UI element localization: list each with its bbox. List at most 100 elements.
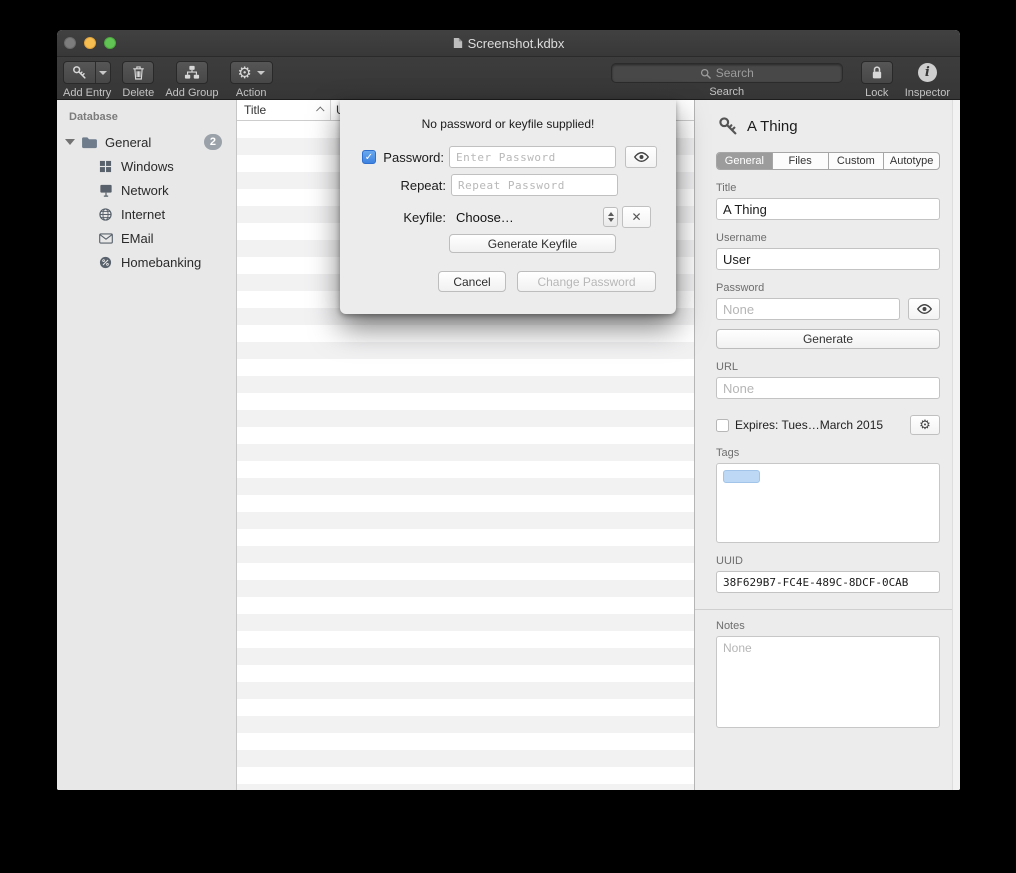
column-title-label: Title <box>244 103 266 117</box>
title-field[interactable] <box>716 198 940 220</box>
generate-password-button[interactable]: Generate <box>716 329 940 349</box>
sort-ascending-icon <box>316 106 324 114</box>
sheet-show-password-button[interactable] <box>625 146 657 168</box>
url-label: URL <box>716 361 940 373</box>
add-group-label: Add Group <box>165 87 218 99</box>
sheet-repeat-row: Repeat: <box>362 174 656 196</box>
delete-button[interactable] <box>122 61 154 84</box>
coin-icon <box>97 256 114 269</box>
sheet-password-row: ✓ Password: <box>362 146 656 168</box>
document-icon <box>453 37 463 49</box>
expires-settings-button[interactable]: ⚙ <box>910 415 940 435</box>
sidebar-item-internet[interactable]: Internet <box>57 202 236 226</box>
traffic-lights <box>57 37 116 49</box>
sheet-password-label: Password: <box>376 150 444 165</box>
add-entry-label: Add Entry <box>63 87 111 99</box>
tags-field[interactable] <box>716 463 940 543</box>
expires-label: Expires: Tues…March 2015 <box>735 418 883 432</box>
minimize-button[interactable] <box>84 37 96 49</box>
windows-icon <box>97 160 114 173</box>
tag-token[interactable] <box>723 470 760 483</box>
disclosure-triangle-icon[interactable] <box>65 139 75 145</box>
group-label: EMail <box>121 231 154 246</box>
sidebar-item-network[interactable]: Network <box>57 178 236 202</box>
toolbar-item-lock: Lock <box>861 61 893 99</box>
toolbar: Add Entry Delete Add Group ⚙ Act <box>57 57 960 100</box>
title-label: Title <box>716 182 940 194</box>
tab-files[interactable]: Files <box>773 153 829 169</box>
lock-label: Lock <box>865 87 888 99</box>
show-password-button[interactable] <box>908 298 940 320</box>
toolbar-item-add-group: Add Group <box>165 61 218 99</box>
entry-header: A Thing <box>718 116 940 136</box>
action-label: Action <box>236 87 267 99</box>
titlebar[interactable]: Screenshot.kdbx <box>57 30 960 57</box>
add-group-button[interactable] <box>176 61 208 84</box>
add-entry-dropdown[interactable] <box>95 62 110 83</box>
toolbar-item-action: ⚙ Action <box>230 61 273 99</box>
inspector-scrollbar[interactable] <box>952 100 960 790</box>
chevron-down-icon <box>257 71 265 75</box>
uuid-field[interactable] <box>716 571 940 593</box>
toolbar-item-add-entry: Add Entry <box>63 61 111 99</box>
globe-icon <box>97 208 114 221</box>
password-label: Password <box>716 282 940 294</box>
toolbar-item-search: Search Search <box>611 61 843 98</box>
group-label: Internet <box>121 207 165 222</box>
action-button[interactable]: ⚙ <box>230 61 273 84</box>
inspector-panel: A Thing General Files Custom Autotype Ti… <box>695 100 960 790</box>
popup-stepper-icon <box>603 207 618 227</box>
cancel-button[interactable]: Cancel <box>438 271 506 292</box>
search-input[interactable]: Search <box>611 63 843 83</box>
notes-label: Notes <box>716 620 940 632</box>
tab-autotype[interactable]: Autotype <box>884 153 939 169</box>
group-hierarchy-icon <box>184 65 200 80</box>
notes-field[interactable] <box>716 636 940 728</box>
check-icon: ✓ <box>365 152 373 163</box>
close-button[interactable] <box>64 37 76 49</box>
sheet-repeat-label: Repeat: <box>378 178 446 193</box>
group-label: Network <box>121 183 169 198</box>
inspector-divider <box>695 609 960 610</box>
expires-checkbox[interactable] <box>716 419 729 432</box>
sidebar-section-header: Database <box>57 108 236 130</box>
close-icon: ✕ <box>631 210 641 224</box>
search-icon <box>700 68 711 79</box>
change-password-sheet: No password or keyfile supplied! ✓ Passw… <box>340 100 676 314</box>
keyfile-popup-button[interactable]: Choose… <box>451 207 618 227</box>
lock-button[interactable] <box>861 61 893 84</box>
expires-row: Expires: Tues…March 2015 ⚙ <box>716 415 940 435</box>
username-field[interactable] <box>716 248 940 270</box>
gear-icon: ⚙ <box>919 419 931 432</box>
clear-keyfile-button[interactable]: ✕ <box>622 206 651 228</box>
toolbar-item-delete: Delete <box>122 61 154 99</box>
column-header-title[interactable]: Title <box>237 100 331 120</box>
sidebar-item-email[interactable]: EMail <box>57 226 236 250</box>
envelope-icon <box>97 233 114 244</box>
gear-icon: ⚙ <box>238 65 252 81</box>
network-icon <box>97 184 114 197</box>
eye-icon <box>633 151 650 163</box>
keyfile-popup-value: Choose… <box>456 210 514 225</box>
sidebar-item-homebanking[interactable]: Homebanking <box>57 250 236 274</box>
zoom-button[interactable] <box>104 37 116 49</box>
generate-keyfile-button[interactable]: Generate Keyfile <box>449 234 616 253</box>
sheet-password-input[interactable] <box>449 146 616 168</box>
password-field[interactable] <box>716 298 900 320</box>
password-checkbox[interactable]: ✓ <box>362 150 376 164</box>
sidebar-item-general[interactable]: General 2 <box>57 130 236 154</box>
lock-icon <box>871 65 883 80</box>
tab-custom[interactable]: Custom <box>829 153 885 169</box>
inspector-toggle-button[interactable]: i <box>918 63 937 82</box>
inspector-tabs: General Files Custom Autotype <box>716 152 940 170</box>
url-field[interactable] <box>716 377 940 399</box>
inspector-label: Inspector <box>905 87 950 99</box>
sheet-repeat-input[interactable] <box>451 174 618 196</box>
trash-icon <box>132 65 145 80</box>
sidebar-item-windows[interactable]: Windows <box>57 154 236 178</box>
group-label: Homebanking <box>121 255 201 270</box>
add-entry-button[interactable] <box>63 61 111 84</box>
key-icon <box>718 116 738 136</box>
tab-general[interactable]: General <box>717 153 773 169</box>
search-placeholder: Search <box>716 66 754 80</box>
